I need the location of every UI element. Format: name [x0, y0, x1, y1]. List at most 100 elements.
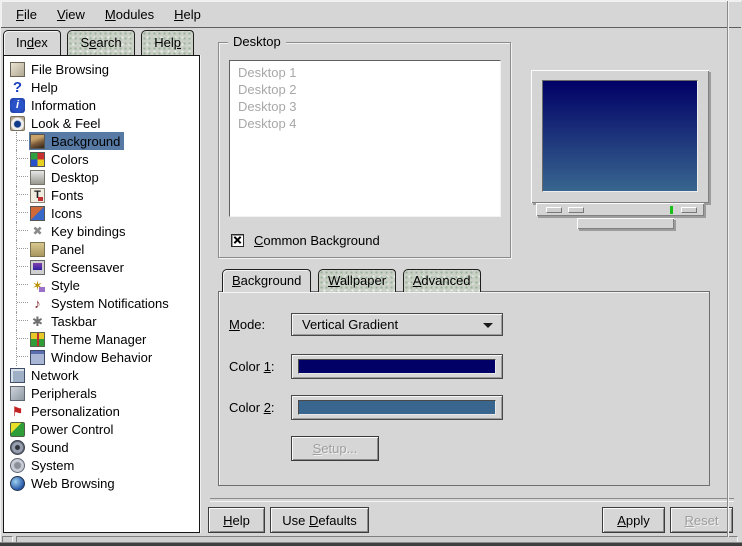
tree-item-fonts[interactable]: Fonts — [4, 186, 199, 204]
common-background-checkbox[interactable] — [231, 234, 244, 247]
tree-item-look-feel[interactable]: Look & Feel — [4, 114, 199, 132]
tree-item-content: Information — [9, 96, 100, 114]
tree-item-style[interactable]: Style — [4, 276, 199, 294]
common-background-row: Common Background — [231, 233, 380, 248]
tree-item-content: Personalization — [9, 402, 124, 420]
tree-item-content: Sound — [9, 438, 73, 456]
tree-item-power-control[interactable]: Power Control — [4, 420, 199, 438]
monitor-screen — [542, 80, 698, 192]
desktop-group-title: Desktop — [228, 34, 286, 49]
tree-item-content: Taskbar — [29, 312, 101, 330]
menu-modules[interactable]: Modules — [95, 3, 164, 26]
footer-separator — [210, 498, 734, 501]
screensaver-icon — [30, 260, 45, 275]
monitor-bezel — [531, 70, 709, 203]
mode-select[interactable]: Vertical Gradient — [291, 313, 503, 336]
tree-item-content: File Browsing — [9, 60, 113, 78]
tree-item-window-behavior[interactable]: Window Behavior — [4, 348, 199, 366]
tree-item-key-bindings[interactable]: Key bindings — [4, 222, 199, 240]
tab-advanced[interactable]: Advanced — [403, 269, 481, 292]
desktop-group: Desktop Desktop 1Desktop 2Desktop 3Deskt… — [218, 42, 511, 258]
tree-item-label: Information — [31, 98, 96, 113]
tree-item-label: Screensaver — [51, 260, 124, 275]
tree-item-icons[interactable]: Icons — [4, 204, 199, 222]
desktop-list-item: Desktop 2 — [230, 81, 500, 98]
desktop-icon — [30, 170, 45, 185]
tree-item-colors[interactable]: Colors — [4, 150, 199, 168]
tree-item-file-browsing[interactable]: File Browsing — [4, 60, 199, 78]
monitor-button — [546, 207, 562, 213]
window-behavior-icon — [30, 350, 45, 365]
file-browsing-icon — [10, 62, 25, 77]
tree-item-content: Network — [9, 366, 83, 384]
personalization-icon — [10, 404, 25, 419]
tree-item-label: System — [31, 458, 74, 473]
tab-search[interactable]: Search — [67, 30, 134, 55]
system-icon — [10, 458, 25, 473]
tree-item-peripherals[interactable]: Peripherals — [4, 384, 199, 402]
tree-item-theme-manager[interactable]: Theme Manager — [4, 330, 199, 348]
tree-item-label: Help — [31, 80, 58, 95]
tree-item-label: Desktop — [51, 170, 99, 185]
tree-item-taskbar[interactable]: Taskbar — [4, 312, 199, 330]
settings-tabs: Background Wallpaper Advanced — [222, 269, 484, 292]
tree-item-screensaver[interactable]: Screensaver — [4, 258, 199, 276]
chevron-down-icon — [483, 323, 493, 328]
tree-item-label: Sound — [31, 440, 69, 455]
tree-connector-line — [16, 258, 29, 276]
tab-background[interactable]: Background — [222, 269, 311, 292]
tree-item-label: Window Behavior — [51, 350, 152, 365]
tree-connector-line — [16, 240, 29, 258]
tree-connector-line — [16, 312, 29, 330]
web-browsing-icon — [10, 476, 25, 491]
tree-connector-line — [16, 186, 29, 204]
tree-item-content: Web Browsing — [9, 474, 119, 492]
colors-icon — [30, 152, 45, 167]
tree-item-sound[interactable]: Sound — [4, 438, 199, 456]
tab-wallpaper[interactable]: Wallpaper — [318, 269, 396, 292]
tree-connector-line — [16, 168, 29, 186]
tree-connector-line — [16, 222, 29, 240]
tree-item-desktop[interactable]: Desktop — [4, 168, 199, 186]
menu-help[interactable]: Help — [164, 3, 211, 26]
setup-button: Setup... — [291, 436, 379, 461]
use-defaults-button[interactable]: Use Defaults — [270, 507, 369, 533]
power-led-icon — [670, 206, 673, 214]
tree-connector-line — [16, 204, 29, 222]
help-button[interactable]: Help — [208, 507, 265, 533]
tree-item-panel[interactable]: Panel — [4, 240, 199, 258]
tree-item-label: Key bindings — [51, 224, 125, 239]
menu-file[interactable]: File — [6, 3, 47, 26]
power-control-icon — [10, 422, 25, 437]
fonts-icon — [30, 188, 45, 203]
icons-icon — [30, 206, 45, 221]
color2-button[interactable] — [291, 395, 503, 420]
desktop-list[interactable]: Desktop 1Desktop 2Desktop 3Desktop 4 — [229, 60, 501, 217]
style-icon — [30, 278, 45, 293]
peripherals-icon — [10, 386, 25, 401]
tree-connector-line — [16, 330, 29, 348]
apply-button[interactable]: Apply — [602, 507, 665, 533]
tree-item-content: Theme Manager — [29, 330, 150, 348]
tree-item-information[interactable]: Information — [4, 96, 199, 114]
tree-item-system-notifications[interactable]: System Notifications — [4, 294, 199, 312]
tree-item-background[interactable]: Background — [4, 132, 199, 150]
tree-item-content: Background — [29, 132, 124, 150]
menu-bar: File View Modules Help — [1, 1, 741, 28]
tree-item-help[interactable]: Help — [4, 78, 199, 96]
window-right-border — [727, 1, 728, 537]
tree-item-network[interactable]: Network — [4, 366, 199, 384]
menu-view[interactable]: View — [47, 3, 95, 26]
tab-help[interactable]: Help — [141, 30, 194, 55]
sound-icon — [10, 440, 25, 455]
tree-item-personalization[interactable]: Personalization — [4, 402, 199, 420]
tree-item-web-browsing[interactable]: Web Browsing — [4, 474, 199, 492]
tree-item-content: System Notifications — [29, 294, 173, 312]
color2-label: Color 2: — [229, 400, 275, 415]
tree-item-system[interactable]: System — [4, 456, 199, 474]
color1-swatch — [298, 359, 496, 374]
color1-button[interactable] — [291, 354, 503, 379]
tree-item-content: Desktop — [29, 168, 103, 186]
tab-index[interactable]: Index — [3, 30, 61, 55]
category-tree[interactable]: File Browsing Help InformationLook & FeelB… — [3, 55, 200, 533]
